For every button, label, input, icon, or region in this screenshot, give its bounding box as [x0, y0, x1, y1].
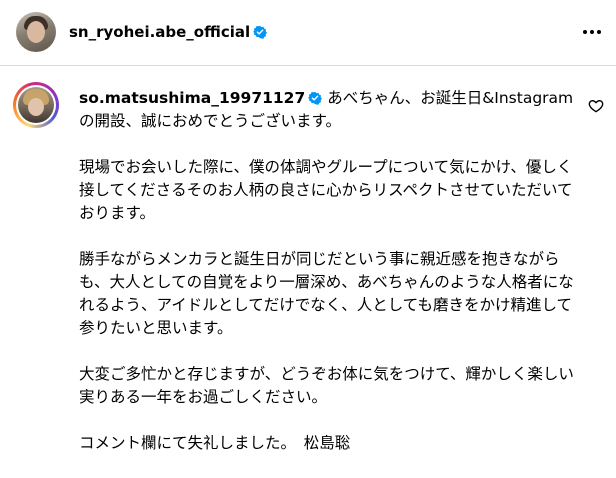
heart-outline-icon — [588, 100, 604, 113]
post-author-username[interactable]: sn_ryohei.abe_official — [69, 23, 250, 41]
comment-body: so.matsushima_19971127 あべちゃん、お誕生日&Instag… — [79, 87, 579, 478]
profile-avatar[interactable] — [16, 12, 56, 52]
avatar-ring-gap — [16, 85, 56, 125]
more-horizontal-icon — [583, 30, 601, 34]
comment-paragraph-3: 勝手ながらメンカラと誕生日が同じだという事に親近感を抱きながらも、大人としての自… — [79, 250, 574, 337]
comment-paragraph-1: so.matsushima_19971127 あべちゃん、お誕生日&Instag… — [79, 87, 579, 133]
comment-paragraph-5: コメント欄にて失礼しました。 松島聡 — [79, 434, 351, 452]
verified-badge-icon — [253, 25, 268, 39]
more-options-button[interactable] — [580, 20, 604, 44]
comment-paragraph-4: 大変ご多忙かと存じますが、どうぞお体に気をつけて、輝かしく楽しい実りある一年をお… — [79, 365, 574, 406]
avatar-face — [28, 98, 44, 116]
post-header: sn_ryohei.abe_official — [0, 0, 616, 66]
avatar-face — [27, 21, 45, 43]
commenter-avatar[interactable] — [13, 82, 59, 128]
verified-badge-icon — [308, 91, 323, 105]
like-comment-button[interactable] — [588, 98, 604, 114]
comment-paragraph-2: 現場でお会いした際に、僕の体調やグループについて気にかけ、優しく接してくださるそ… — [79, 158, 573, 222]
commenter-photo — [18, 87, 54, 123]
post-author-username-row[interactable]: sn_ryohei.abe_official — [69, 22, 268, 42]
commenter-username[interactable]: so.matsushima_19971127 — [79, 89, 305, 107]
